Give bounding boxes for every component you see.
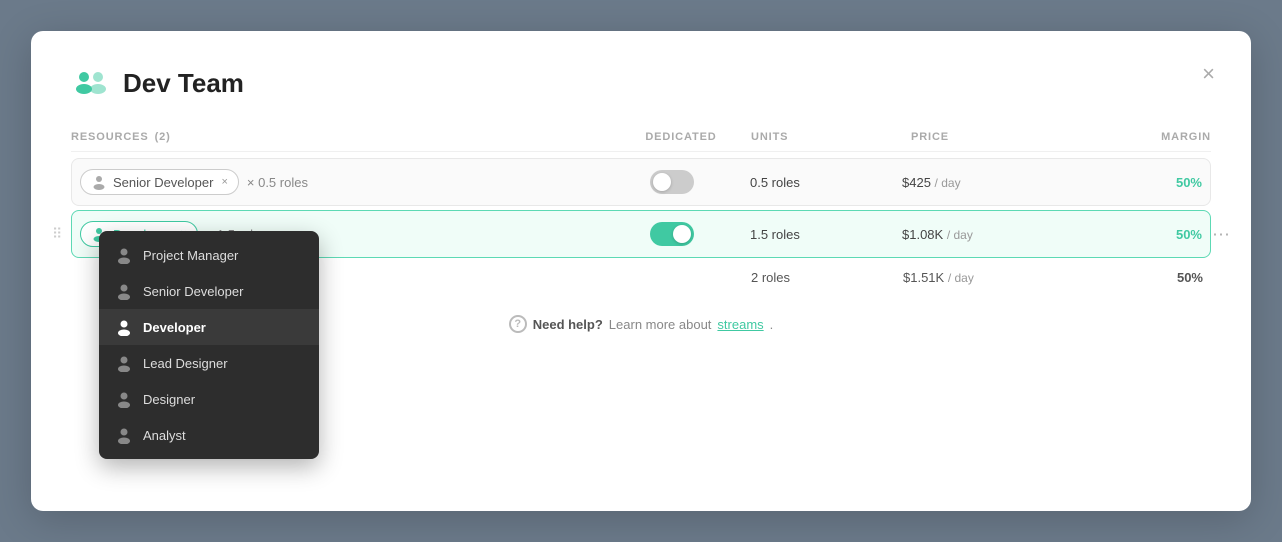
margin-developer: 50% bbox=[1082, 227, 1202, 242]
help-text: Need help? bbox=[533, 317, 603, 332]
role-tag-label: Senior Developer bbox=[113, 175, 213, 190]
person-icon-des bbox=[115, 390, 133, 408]
resources-label: RESOURCES bbox=[71, 131, 149, 143]
streams-link[interactable]: streams bbox=[717, 317, 763, 332]
help-suffix: . bbox=[770, 317, 774, 332]
price-senior-developer: $425 / day bbox=[902, 175, 1082, 190]
help-learn: Learn more about bbox=[609, 317, 712, 332]
dropdown-label-des: Designer bbox=[143, 392, 195, 407]
remove-tag-senior-developer[interactable]: × bbox=[221, 176, 227, 188]
col-dedicated: DEDICATED bbox=[611, 131, 751, 143]
totals-units: 2 roles bbox=[743, 270, 903, 285]
close-button[interactable]: × bbox=[1198, 59, 1219, 89]
multiplier-senior-developer: × 0.5 roles bbox=[247, 175, 308, 190]
dropdown-label-dev: Developer bbox=[143, 320, 206, 335]
dropdown-item-project-manager[interactable]: Project Manager bbox=[99, 237, 319, 273]
price-developer: $1.08K / day bbox=[902, 227, 1082, 242]
person-icon-ld bbox=[115, 354, 133, 372]
dropdown-menu: Project Manager Senior Developer Develop… bbox=[99, 231, 319, 459]
toggle-wrap-senior-developer bbox=[602, 170, 742, 194]
totals-price: $1.51K / day bbox=[903, 270, 1083, 285]
dropdown-item-analyst[interactable]: Analyst bbox=[99, 417, 319, 453]
dropdown-item-lead-designer[interactable]: Lead Designer bbox=[99, 345, 319, 381]
resource-row-senior-developer: Senior Developer × × 0.5 roles 0.5 roles… bbox=[71, 158, 1211, 206]
dropdown-label-ld: Lead Designer bbox=[143, 356, 228, 371]
help-icon: ? bbox=[509, 315, 527, 333]
dropdown-item-designer[interactable]: Designer bbox=[99, 381, 319, 417]
resources-count: (2) bbox=[155, 131, 171, 143]
role-tag-senior-developer[interactable]: Senior Developer × bbox=[80, 169, 239, 195]
totals-margin: 50% bbox=[1083, 270, 1203, 285]
dropdown-item-senior-developer[interactable]: Senior Developer bbox=[99, 273, 319, 309]
col-price: PRICE bbox=[911, 131, 1091, 143]
resources-header: RESOURCES (2) DEDICATED UNITS PRICE MARG… bbox=[71, 131, 1211, 152]
col-units: UNITS bbox=[751, 131, 911, 143]
person-icon-sd bbox=[115, 282, 133, 300]
drag-handle-developer[interactable]: ⠿ bbox=[52, 226, 62, 243]
toggle-wrap-developer bbox=[602, 222, 742, 246]
margin-senior-developer: 50% bbox=[1082, 175, 1202, 190]
modal: Dev Team × RESOURCES (2) DEDICATED UNITS… bbox=[31, 31, 1251, 511]
more-options-developer[interactable]: ··· bbox=[1208, 220, 1234, 249]
modal-header: Dev Team bbox=[71, 63, 1211, 103]
person-icon-pm bbox=[115, 246, 133, 264]
person-icon-an bbox=[115, 426, 133, 444]
person-icon-dev bbox=[115, 318, 133, 336]
modal-title: Dev Team bbox=[123, 68, 244, 99]
dropdown-label-an: Analyst bbox=[143, 428, 186, 443]
dropdown-label-pm: Project Manager bbox=[143, 248, 238, 263]
units-developer: 1.5 roles bbox=[742, 227, 902, 242]
person-icon bbox=[91, 174, 107, 190]
dropdown-item-developer[interactable]: Developer bbox=[99, 309, 319, 345]
dropdown-label-sd: Senior Developer bbox=[143, 284, 243, 299]
col-margin: MARGIN bbox=[1091, 131, 1211, 143]
team-icon bbox=[71, 63, 111, 103]
toggle-knob bbox=[653, 173, 671, 191]
toggle-senior-developer[interactable] bbox=[650, 170, 694, 194]
toggle-knob-developer bbox=[673, 225, 691, 243]
toggle-developer[interactable] bbox=[650, 222, 694, 246]
units-senior-developer: 0.5 roles bbox=[742, 175, 902, 190]
